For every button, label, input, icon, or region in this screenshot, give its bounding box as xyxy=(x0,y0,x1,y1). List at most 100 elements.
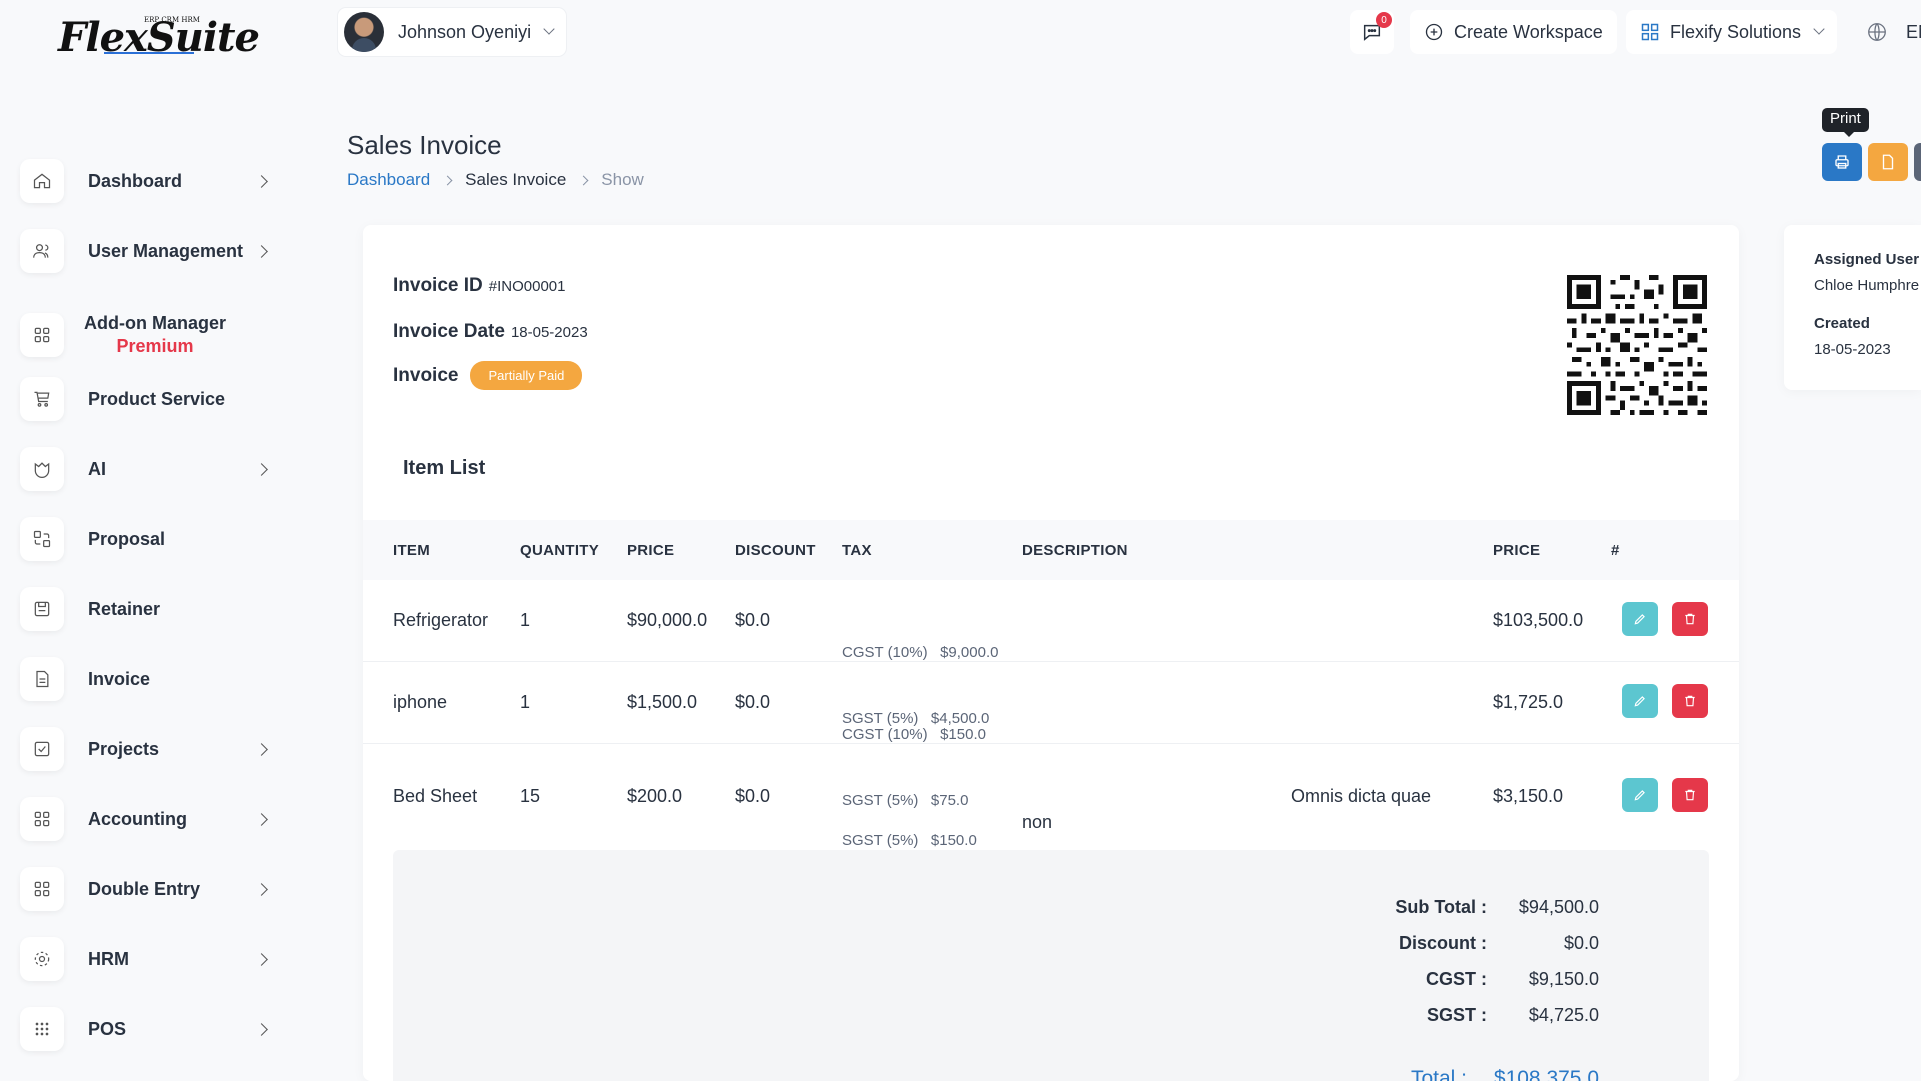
printer-icon xyxy=(1835,155,1849,169)
item-total: $3,150.0 xyxy=(1493,786,1564,806)
workspace-selector[interactable]: Flexify Solutions xyxy=(1626,10,1838,54)
retainer-icon xyxy=(20,587,64,631)
edit-button[interactable] xyxy=(1622,778,1658,812)
chevron-right-icon xyxy=(255,1022,268,1036)
invoice-status-label: Invoice xyxy=(393,364,459,386)
home-icon xyxy=(20,159,64,203)
sidebar-item-label: User Management xyxy=(88,240,244,261)
sidebar-item-hrm[interactable]: HRM xyxy=(20,934,280,984)
subtotal-value: $94,500.0 xyxy=(1518,897,1599,917)
item-name: iphone xyxy=(393,692,448,712)
sidebar-item-double-entry[interactable]: Double Entry xyxy=(20,864,280,914)
assigned-user-label: Assigned User xyxy=(1814,251,1920,268)
cgst-row: CGST : $9,150.0 xyxy=(1347,969,1599,990)
sidebar-item-label: Product Service xyxy=(88,388,226,409)
sidebar-item-label: Projects xyxy=(88,738,160,759)
breadcrumb-dashboard[interactable]: Dashboard xyxy=(347,170,430,190)
projects-icon xyxy=(20,727,64,771)
chevron-right-icon xyxy=(255,742,268,756)
chevron-down-icon xyxy=(1813,23,1825,35)
download-button[interactable] xyxy=(1868,143,1908,181)
discount-label: Discount : xyxy=(1399,933,1487,953)
item-quantity: 1 xyxy=(520,692,531,712)
print-tooltip: Print xyxy=(1822,108,1869,137)
globe-icon xyxy=(1868,23,1886,41)
sidebar-item-addon-manager[interactable]: Add-on Manager Premium xyxy=(20,300,280,370)
trash-icon xyxy=(1685,789,1695,801)
invoice-date-row: Invoice Date 18-05-2023 xyxy=(393,321,588,343)
apps-icon xyxy=(20,313,64,357)
print-button[interactable] xyxy=(1822,143,1862,181)
sidebar-item-pos[interactable]: POS xyxy=(20,1004,280,1054)
chevron-right-icon xyxy=(578,175,589,185)
invoice-icon xyxy=(20,657,64,701)
logo-underline xyxy=(104,52,194,54)
trash-icon xyxy=(1685,613,1695,625)
status-badge: Partially Paid xyxy=(470,361,583,390)
page-title: Sales Invoice xyxy=(347,130,502,160)
create-workspace-label: Create Workspace xyxy=(1454,21,1603,42)
avatar xyxy=(344,12,384,52)
chevron-right-icon xyxy=(255,244,268,258)
item-price: $90,000.0 xyxy=(627,610,708,630)
created-value: 18-05-2023 xyxy=(1814,341,1891,358)
invoice-id-label: Invoice ID xyxy=(393,275,483,296)
sidebar-item-projects[interactable]: Projects xyxy=(20,724,280,774)
table-row: Refrigerator 1 $90,000.0 $0.0 CGST (10%)… xyxy=(363,580,1739,727)
proposal-icon xyxy=(20,517,64,561)
discount-row: Discount : $0.0 xyxy=(1347,933,1599,954)
sidebar-item-label: Dashboard xyxy=(88,170,183,191)
sidebar-item-label: POS xyxy=(88,1018,127,1039)
chevron-right-icon xyxy=(255,174,268,188)
pencil-icon xyxy=(1634,790,1645,801)
sidebar-item-proposal[interactable]: Proposal xyxy=(20,514,280,564)
more-action-button[interactable] xyxy=(1914,143,1921,181)
item-total: $1,725.0 xyxy=(1493,692,1564,712)
sgst-label: SGST : xyxy=(1426,1005,1487,1025)
assigned-user-value: Chloe Humphre xyxy=(1814,277,1920,294)
pencil-icon xyxy=(1634,696,1645,707)
total-value: $108,375.0 xyxy=(1493,1067,1599,1081)
sidebar-item-ai[interactable]: AI xyxy=(20,444,280,494)
table-row: iphone 1 $1,500.0 $0.0 CGST (10%) $150.0… xyxy=(363,662,1739,809)
sidebar-item-dashboard[interactable]: Dashboard xyxy=(20,156,280,206)
chevron-right-icon xyxy=(255,462,268,476)
chevron-right-icon xyxy=(442,175,453,185)
sidebar-item-invoice[interactable]: Invoice xyxy=(20,654,280,704)
created-label: Created xyxy=(1814,315,1870,332)
table-row: Bed Sheet 15 $200.0 $0.0 SGST (5%) $150.… xyxy=(363,744,1739,849)
sidebar-item-user-management[interactable]: User Management xyxy=(20,226,280,276)
chevron-down-icon xyxy=(543,23,555,35)
sidebar-item-accounting[interactable]: Accounting xyxy=(20,794,280,844)
chevron-right-icon xyxy=(255,952,268,966)
item-list-title: Item List xyxy=(403,457,486,479)
delete-button[interactable] xyxy=(1672,684,1708,718)
invoice-id-row: Invoice ID #INO00001 xyxy=(393,275,565,297)
sidebar-item-product-service[interactable]: Product Service xyxy=(20,374,280,424)
delete-button[interactable] xyxy=(1672,602,1708,636)
tax-line: CGST (10%) $150.0 xyxy=(842,726,986,743)
delete-button[interactable] xyxy=(1672,778,1708,812)
cart-icon xyxy=(20,377,64,421)
item-name: Refrigerator xyxy=(393,610,489,630)
create-workspace-button[interactable]: Create Workspace xyxy=(1410,10,1617,54)
edit-button[interactable] xyxy=(1622,602,1658,636)
user-menu[interactable]: Johnson Oyeniyi xyxy=(338,8,566,56)
column-header-actions: # xyxy=(1611,542,1620,559)
item-quantity: 1 xyxy=(520,610,531,630)
user-name: Johnson Oyeniyi xyxy=(398,21,532,42)
breadcrumb-show: Show xyxy=(601,170,644,189)
column-header-total-price: PRICE xyxy=(1493,542,1541,559)
language-selector[interactable]: EN xyxy=(1866,10,1921,54)
notification-badge: 0 xyxy=(1376,12,1392,28)
breadcrumb-sales-invoice[interactable]: Sales Invoice xyxy=(465,170,566,190)
language-label: EN xyxy=(1906,21,1921,42)
sidebar-item-label: Proposal xyxy=(88,528,166,549)
sidebar-item-retainer[interactable]: Retainer xyxy=(20,584,280,634)
total-label: Total : xyxy=(1410,1067,1467,1081)
invoice-date-value: 18-05-2023 xyxy=(510,323,588,341)
column-header-quantity: QUANTITY xyxy=(520,542,600,559)
edit-button[interactable] xyxy=(1622,684,1658,718)
accounting-icon xyxy=(20,797,64,841)
column-header-description: DESCRIPTION xyxy=(1022,542,1128,559)
